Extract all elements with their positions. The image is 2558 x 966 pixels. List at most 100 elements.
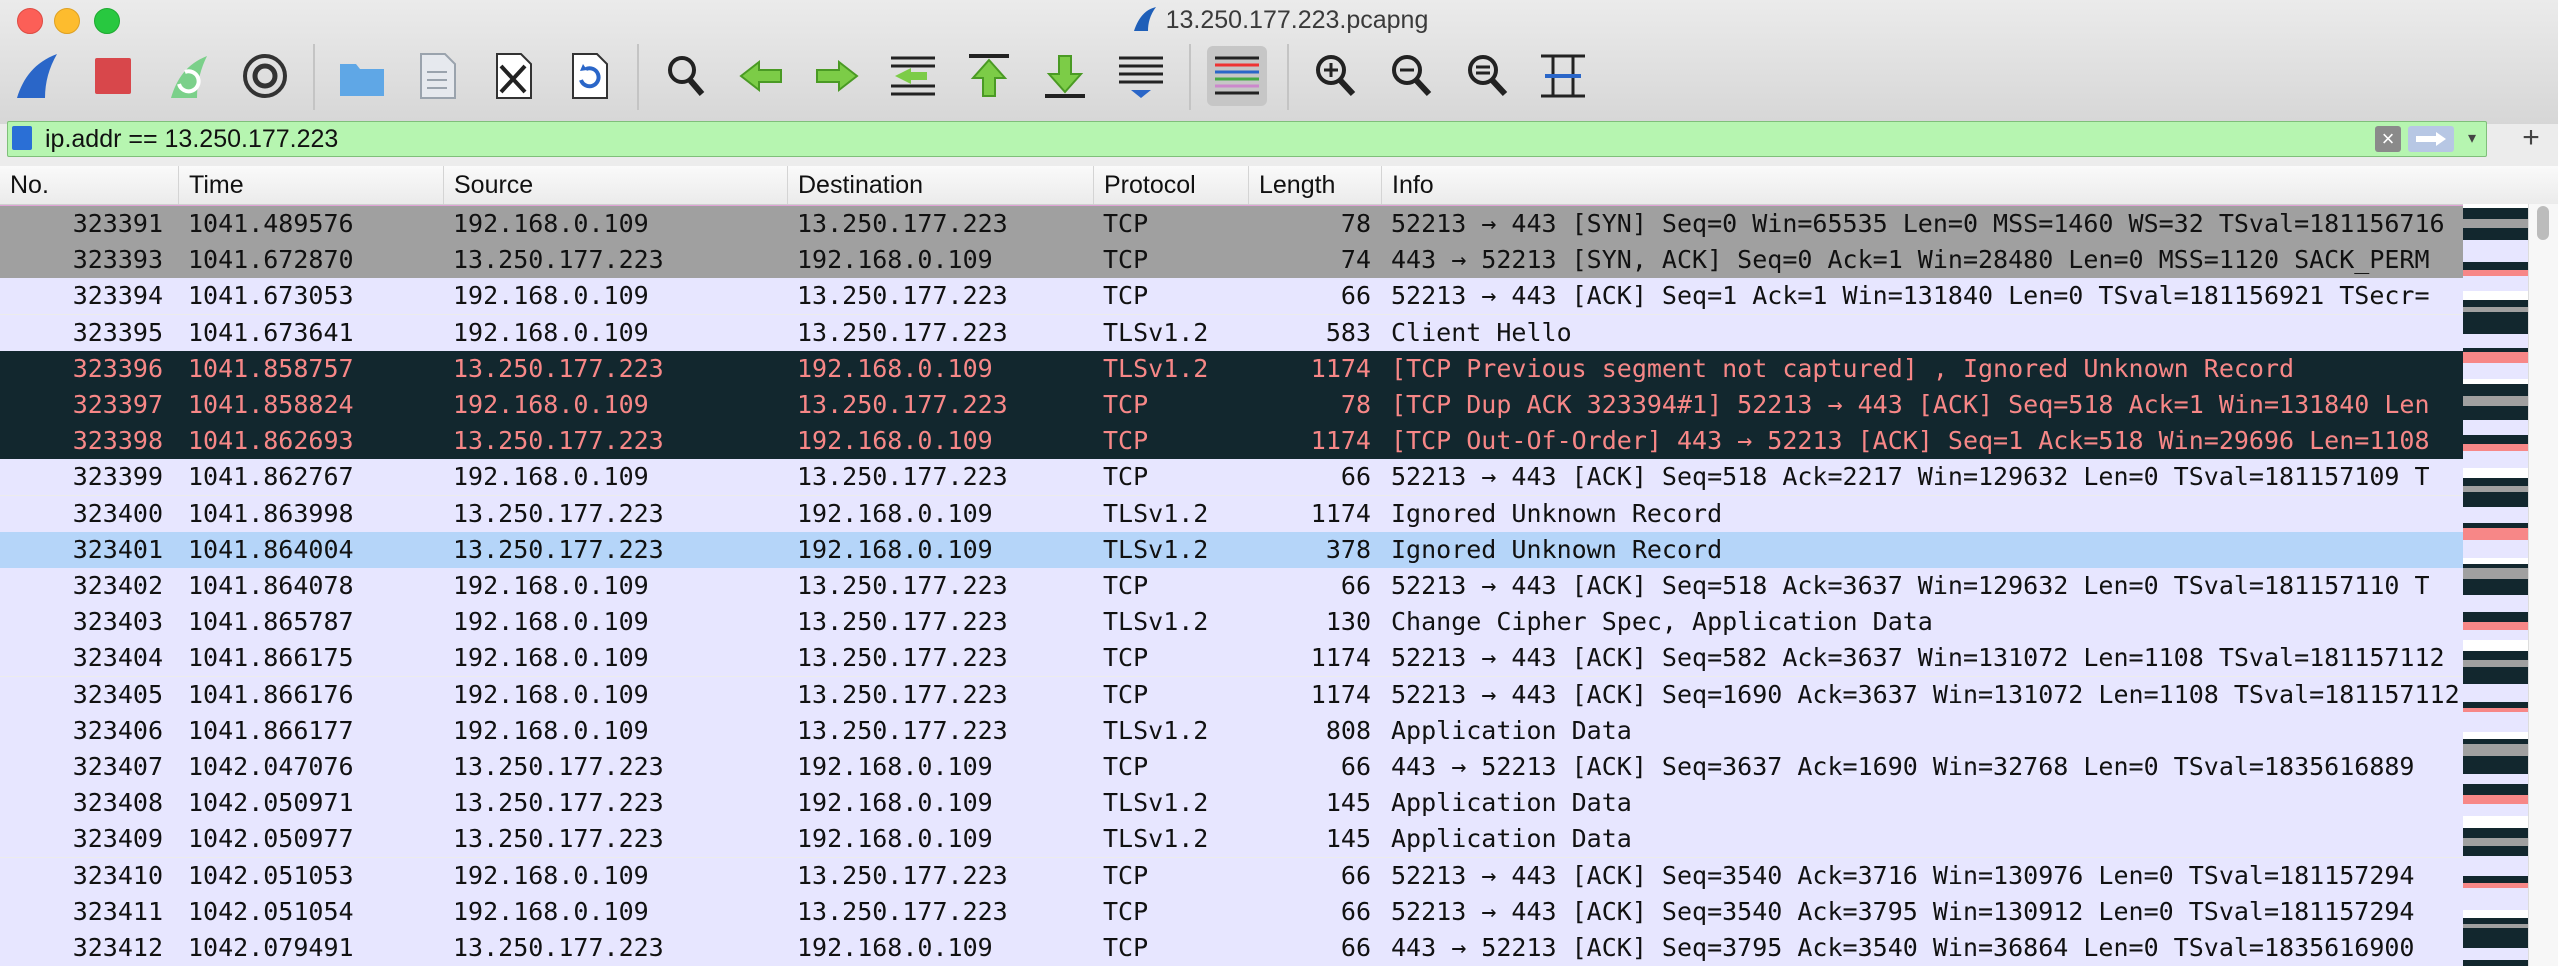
cell-proto: TCP [1103,896,1149,926]
cell-proto: TLSv1.2 [1103,353,1209,383]
table-row[interactable]: 323398 1041.862693 13.250.177.223 192.168.0… [0,423,2463,460]
stop-capture-button[interactable] [83,46,143,106]
table-row[interactable]: 323402 1041.864078 192.168.0.109 13.250.177… [0,568,2463,604]
minimap-stripe [2463,406,2528,414]
scrollbar-thumb[interactable] [2537,206,2549,240]
table-row[interactable]: 323395 1041.673641 192.168.0.109 13.250.177… [0,314,2463,351]
open-file-button[interactable] [332,46,392,106]
table-row[interactable]: 323394 1041.673053 192.168.0.109 13.250.177… [0,278,2463,315]
table-row[interactable]: 323397 1041.858824 192.168.0.109 13.250.177… [0,387,2463,423]
cell-proto: TCP [1103,860,1149,890]
cell-len: 1174 [1310,498,1371,528]
normal-size-button[interactable] [1457,46,1517,106]
table-row[interactable]: 323409 1042.050977 13.250.177.223 192.168.0… [0,821,2463,858]
table-row[interactable]: 323403 1041.865787 192.168.0.109 13.250.177… [0,604,2463,641]
filter-bookmark-icon[interactable] [12,126,32,150]
table-row[interactable]: 323393 1041.672870 13.250.177.223 192.168.0… [0,242,2463,279]
cell-time: 1041.864004 [188,534,354,564]
packet-list-header: No. Time Source Destination Protocol Len… [0,166,2558,205]
column-header-destination[interactable]: Destination [787,166,1093,204]
cell-info: 52213 → 443 [ACK] Seq=518 Ack=2217 Win=1… [1391,462,2430,492]
packet-minimap-scrollbar[interactable] [2463,204,2528,966]
colorize-button[interactable] [1207,46,1267,106]
cell-len: 145 [1325,788,1371,818]
go-to-packet-button[interactable] [883,46,943,106]
minimap-stripe [2463,334,2528,342]
clear-filter-icon[interactable]: × [2375,126,2401,152]
capture-options-button[interactable] [235,46,295,106]
reload-file-button[interactable] [559,46,619,106]
cell-info: Application Data [1391,824,1632,854]
column-header-source[interactable]: Source [443,166,787,204]
table-row[interactable]: 323405 1041.866176 192.168.0.109 13.250.177… [0,676,2463,713]
minimap-stripe [2463,240,2528,252]
column-header-protocol[interactable]: Protocol [1093,166,1248,204]
zoom-out-button[interactable] [1381,46,1441,106]
minimap-stripe [2463,478,2528,486]
go-last-packet-button[interactable] [1035,46,1095,106]
display-filter-input[interactable] [7,121,2487,157]
cell-dst: 192.168.0.109 [797,933,993,962]
zoom-in-icon [1316,55,1356,97]
cell-no: 323406 [72,715,163,745]
cell-time: 1042.047076 [188,752,354,781]
autoscroll-button[interactable] [1111,46,1171,106]
minimap-stripe [2463,640,2528,651]
minimap-stripe [2463,228,2528,235]
table-row[interactable]: 323396 1041.858757 13.250.177.223 192.168.0… [0,350,2463,387]
restart-capture-button[interactable] [159,46,219,106]
close-file-button[interactable] [483,46,543,106]
cell-dst: 13.250.177.223 [797,679,1008,709]
display-filter-text[interactable]: ip.addr == 13.250.177.223 [45,122,338,156]
minimap-stripe [2463,828,2528,838]
go-forward-button[interactable] [807,46,867,106]
vertical-scrollbar[interactable] [2528,204,2558,966]
filter-history-dropdown-icon[interactable]: ▾ [2460,127,2484,151]
column-header-no[interactable]: No. [0,166,178,204]
table-row[interactable]: 323407 1042.047076 13.250.177.223 192.168.0… [0,749,2463,785]
table-row[interactable]: 323401 1041.864004 13.250.177.223 192.168.0… [0,531,2463,568]
go-back-button[interactable] [731,46,791,106]
minimap-stripe [2463,352,2528,363]
minimap-stripe [2463,262,2528,270]
table-row[interactable]: 323408 1042.050971 13.250.177.223 192.168.0… [0,785,2463,822]
find-packet-button[interactable] [656,46,716,106]
go-first-packet-button[interactable] [959,46,1019,106]
add-filter-button-icon[interactable]: + [2516,121,2546,155]
minimap-stripe [2463,516,2528,523]
minimap-stripe [2463,444,2528,451]
table-row[interactable]: 323400 1041.863998 13.250.177.223 192.168.0… [0,495,2463,532]
column-header-length[interactable]: Length [1248,166,1381,204]
packet-list: 323391 1041.489576 192.168.0.109 13.250.177… [0,206,2463,966]
cell-src: 13.250.177.223 [453,498,664,528]
column-header-time[interactable]: Time [178,166,443,204]
column-header-info[interactable]: Info [1381,166,2558,204]
zoom-in-button[interactable] [1305,46,1365,106]
cell-src: 192.168.0.109 [453,643,649,673]
cell-time: 1042.050971 [188,788,354,818]
cell-no: 323401 [72,534,163,564]
minimap-stripe [2463,291,2528,300]
apply-filter-icon[interactable] [2408,126,2454,152]
table-row[interactable]: 323391 1041.489576 192.168.0.109 13.250.177… [0,206,2463,242]
cell-src: 192.168.0.109 [453,462,649,492]
cell-proto: TCP [1103,390,1149,419]
table-row[interactable]: 323411 1042.051054 192.168.0.109 13.250.177… [0,893,2463,930]
cell-info: 52213 → 443 [SYN] Seq=0 Win=65535 Len=0 … [1391,209,2445,238]
cell-no: 323408 [72,788,163,818]
cell-proto: TLSv1.2 [1103,498,1209,528]
cell-src: 13.250.177.223 [453,245,664,275]
start-capture-button[interactable] [7,46,67,106]
resize-columns-button[interactable] [1533,46,1593,106]
table-row[interactable]: 323404 1041.866175 192.168.0.109 13.250.177… [0,640,2463,677]
save-file-button[interactable] [407,46,467,106]
table-row[interactable]: 323412 1042.079491 13.250.177.223 192.168.0… [0,930,2463,966]
table-row[interactable]: 323410 1042.051053 192.168.0.109 13.250.177… [0,857,2463,894]
minimap-stripe [2463,600,2528,612]
cell-len: 74 [1340,245,1371,275]
table-row[interactable]: 323399 1041.862767 192.168.0.109 13.250.177… [0,459,2463,496]
minimap-stripe [2463,219,2528,228]
minimap-stripe [2463,588,2528,595]
table-row[interactable]: 323406 1041.866177 192.168.0.109 13.250.177… [0,712,2463,749]
cell-dst: 192.168.0.109 [797,788,993,818]
